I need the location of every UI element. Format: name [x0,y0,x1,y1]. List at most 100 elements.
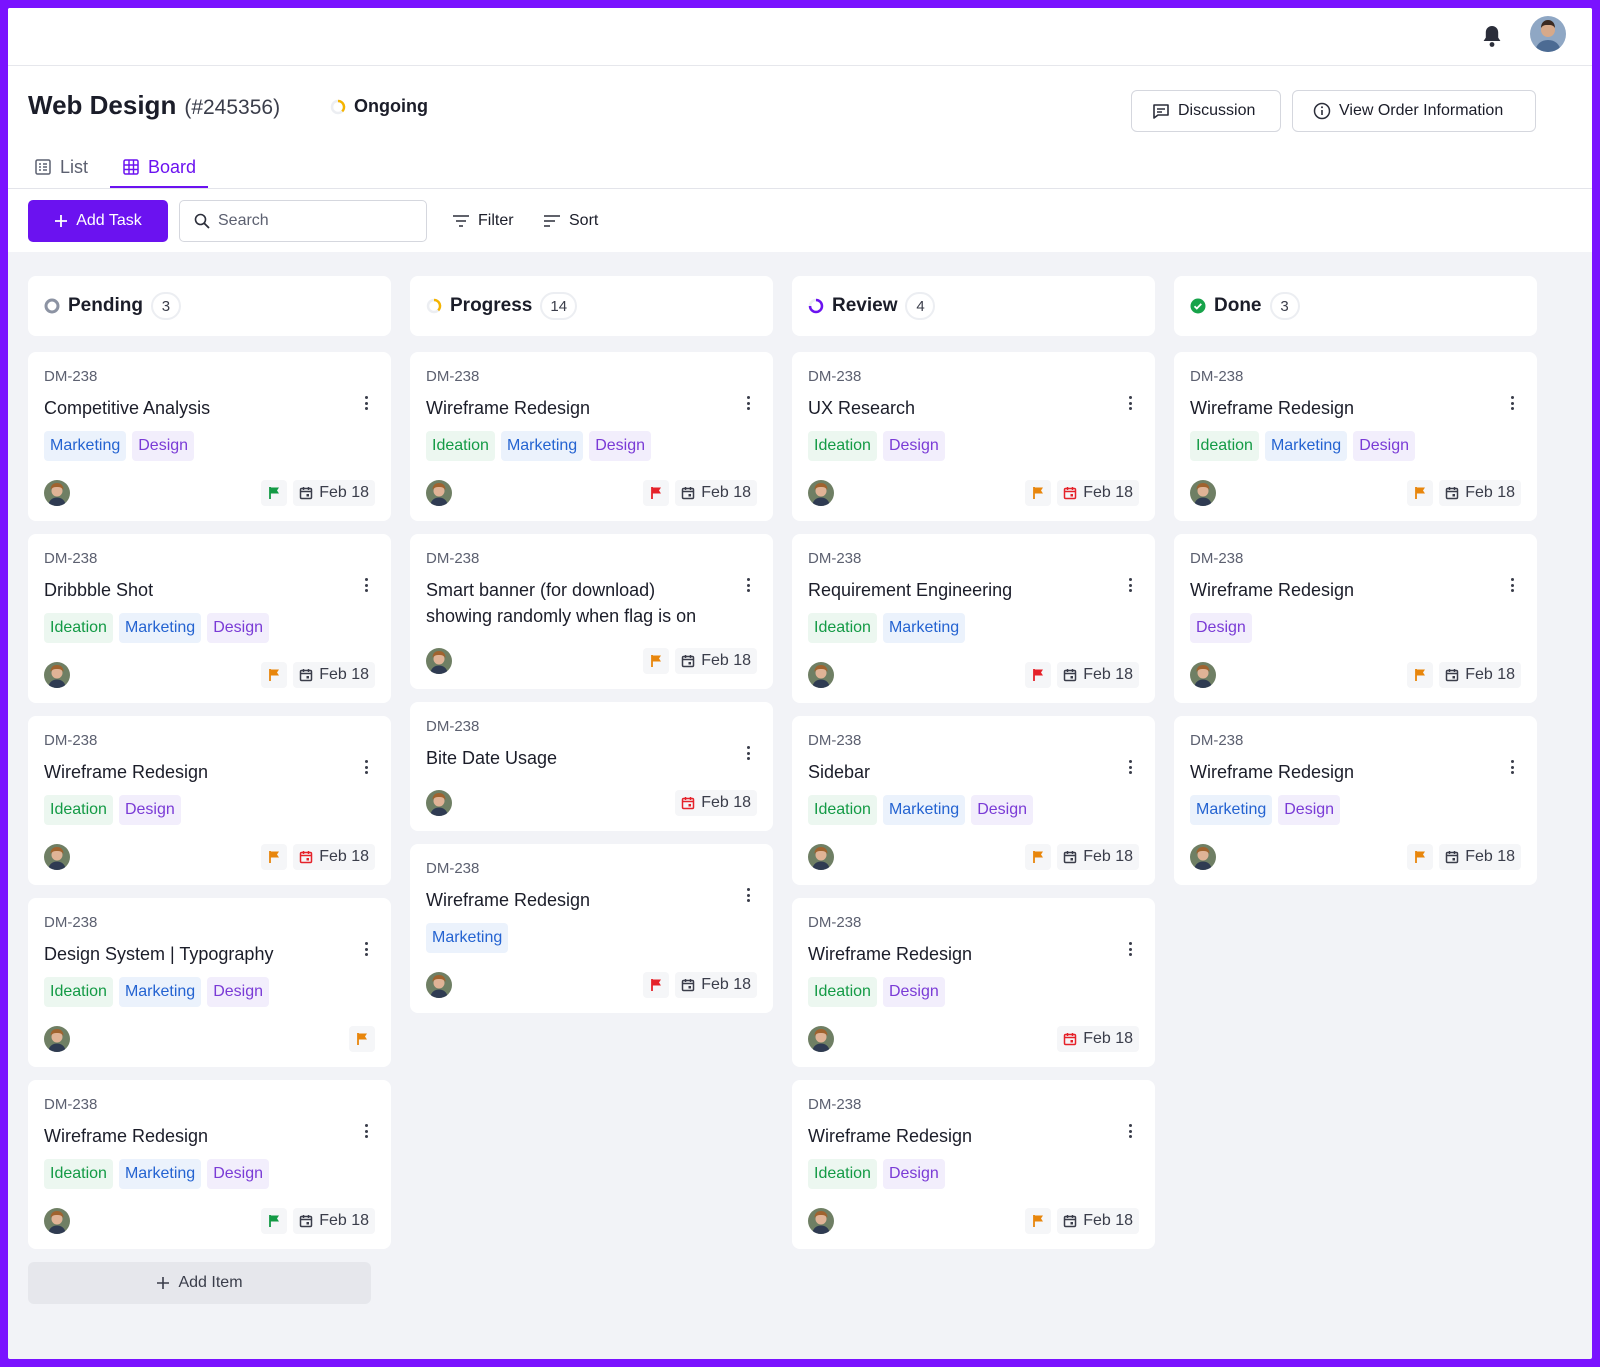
task-card[interactable]: DM-238 Wireframe Redesign Design Feb 18 [1174,534,1537,703]
flag-icon[interactable] [261,662,288,688]
task-card[interactable]: DM-238 Wireframe Redesign Ideation Marketin… [1174,352,1537,521]
more-vertical-icon[interactable] [1125,940,1135,958]
task-card[interactable]: DM-238 Wireframe Redesign Ideation Design Fe… [792,1080,1155,1249]
tab-list[interactable]: List [28,146,94,188]
more-vertical-icon[interactable] [361,940,371,958]
due-date[interactable]: Feb 18 [1057,1026,1139,1052]
tag-list: Ideation Marketing [808,613,1139,643]
more-vertical-icon[interactable] [743,394,753,412]
top-bar [8,8,1592,66]
assignee-avatar[interactable] [1190,662,1216,688]
search-field[interactable] [179,200,427,242]
due-date-text: Feb 18 [1083,666,1133,683]
more-vertical-icon[interactable] [361,758,371,776]
sort-button[interactable]: Sort [543,200,598,242]
task-card[interactable]: DM-238 Competitive Analysis Marketing Desig… [28,352,391,521]
due-date[interactable]: Feb 18 [1057,1208,1139,1234]
search-input[interactable] [218,212,408,230]
flag-icon[interactable] [1025,1208,1052,1234]
discussion-button[interactable]: Discussion [1131,90,1281,132]
flag-icon[interactable] [1025,662,1052,688]
view-order-information-button[interactable]: View Order Information [1292,90,1536,132]
more-vertical-icon[interactable] [743,576,753,594]
more-vertical-icon[interactable] [1125,394,1135,412]
task-card[interactable]: DM-238 UX Research Ideation Design Feb 18 [792,352,1155,521]
task-card[interactable]: DM-238 Smart banner (for download) showin… [410,534,773,689]
task-card[interactable]: DM-238 Wireframe Redesign Marketing Feb 18 [410,844,773,1013]
assignee-avatar[interactable] [44,844,70,870]
bell-icon[interactable] [1478,22,1506,50]
task-id: DM-238 [426,860,480,877]
task-card[interactable]: DM-238 Sidebar Ideation Marketing Design Feb … [792,716,1155,885]
flag-icon[interactable] [1025,480,1052,506]
flag-icon[interactable] [261,844,288,870]
due-date[interactable]: Feb 18 [675,972,757,998]
due-date[interactable]: Feb 18 [1057,480,1139,506]
assignee-avatar[interactable] [426,790,452,816]
more-vertical-icon[interactable] [1125,1122,1135,1140]
assignee-avatar[interactable] [808,480,834,506]
user-avatar[interactable] [1530,16,1566,52]
due-date[interactable]: Feb 18 [675,648,757,674]
flag-icon[interactable] [643,972,670,998]
more-vertical-icon[interactable] [1507,394,1517,412]
due-date[interactable]: Feb 18 [293,844,375,870]
due-date[interactable]: Feb 18 [1439,844,1521,870]
due-date[interactable]: Feb 18 [293,662,375,688]
flag-icon[interactable] [643,648,670,674]
task-title: Smart banner (for download) showing rand… [426,580,697,626]
assignee-avatar[interactable] [1190,480,1216,506]
more-vertical-icon[interactable] [1125,576,1135,594]
more-vertical-icon[interactable] [743,744,753,762]
task-card[interactable]: DM-238 Requirement Engineering Ideation Mar… [792,534,1155,703]
assignee-avatar[interactable] [808,1208,834,1234]
assignee-avatar[interactable] [44,1026,70,1052]
add-task-button[interactable]: Add Task [28,200,168,242]
due-date[interactable]: Feb 18 [1057,844,1139,870]
filter-button[interactable]: Filter [452,200,514,242]
more-vertical-icon[interactable] [1125,758,1135,776]
assignee-avatar[interactable] [44,662,70,688]
task-card[interactable]: DM-238 Wireframe Redesign Ideation Marketin… [28,1080,391,1249]
assignee-avatar[interactable] [426,648,452,674]
flag-icon[interactable] [1407,662,1434,688]
more-vertical-icon[interactable] [1507,576,1517,594]
due-date[interactable]: Feb 18 [675,480,757,506]
due-date[interactable]: Feb 18 [675,790,757,816]
assignee-avatar[interactable] [808,1026,834,1052]
more-vertical-icon[interactable] [361,1122,371,1140]
task-card[interactable]: DM-238 Wireframe Redesign Ideation Design Fe… [28,716,391,885]
assignee-avatar[interactable] [426,972,452,998]
search-icon [194,213,210,229]
task-card[interactable]: DM-238 Dribbble Shot Ideation Marketing Desi… [28,534,391,703]
task-card[interactable]: DM-238 Design System | Typography Ideation… [28,898,391,1067]
task-card[interactable]: DM-238 Bite Date Usage Feb 18 [410,702,773,831]
more-vertical-icon[interactable] [743,886,753,904]
due-date[interactable]: Feb 18 [1439,662,1521,688]
task-card[interactable]: DM-238 Wireframe Redesign Ideation Marketin… [410,352,773,521]
assignee-avatar[interactable] [808,662,834,688]
assignee-avatar[interactable] [1190,844,1216,870]
flag-icon[interactable] [643,480,670,506]
flag-icon[interactable] [349,1026,375,1052]
assignee-avatar[interactable] [808,844,834,870]
flag-icon[interactable] [1407,480,1434,506]
flag-icon[interactable] [1407,844,1434,870]
due-date[interactable]: Feb 18 [1057,662,1139,688]
due-date[interactable]: Feb 18 [293,480,375,506]
assignee-avatar[interactable] [426,480,452,506]
task-card[interactable]: DM-238 Wireframe Redesign Marketing Design F… [1174,716,1537,885]
flag-icon[interactable] [261,480,288,506]
more-vertical-icon[interactable] [361,394,371,412]
more-vertical-icon[interactable] [1507,758,1517,776]
task-card[interactable]: DM-238 Wireframe Redesign Ideation Design Fe… [792,898,1155,1067]
due-date[interactable]: Feb 18 [293,1208,375,1234]
flag-icon[interactable] [1025,844,1052,870]
more-vertical-icon[interactable] [361,576,371,594]
assignee-avatar[interactable] [44,1208,70,1234]
add-item-button[interactable]: Add Item [28,1262,371,1304]
flag-icon[interactable] [261,1208,288,1234]
tab-board[interactable]: Board [110,146,209,188]
due-date[interactable]: Feb 18 [1439,480,1521,506]
assignee-avatar[interactable] [44,480,70,506]
